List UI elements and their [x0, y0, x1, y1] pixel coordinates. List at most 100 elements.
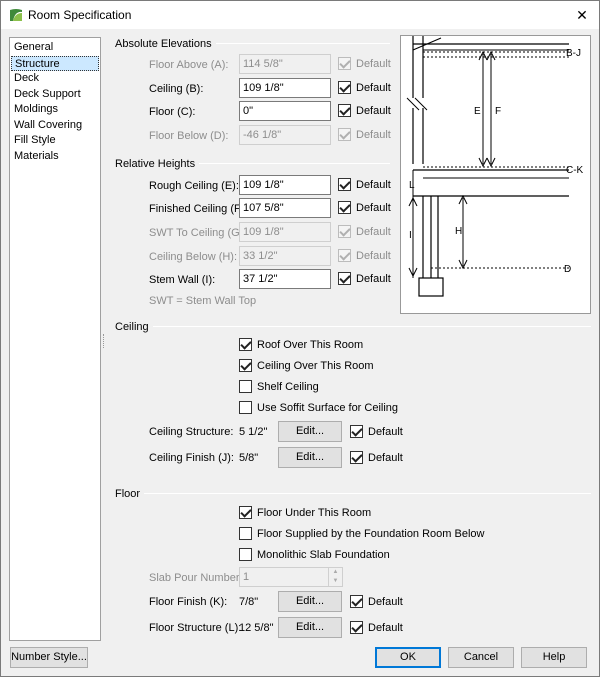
- nav-item-deck[interactable]: Deck: [10, 71, 100, 87]
- splitter-grip[interactable]: [103, 334, 106, 348]
- rough-ceiling-field[interactable]: 109 1/8": [239, 175, 331, 195]
- slab-pour-spinner: ▲ ▼: [328, 568, 342, 586]
- checkbox-label: Monolithic Slab Foundation: [257, 548, 390, 561]
- slab-pour-number-label: Slab Pour Number:: [149, 572, 243, 584]
- checkbox-box: [338, 104, 351, 117]
- roof-over-room-checkbox[interactable]: Roof Over This Room: [239, 338, 363, 351]
- ceiling-b-field[interactable]: 109 1/8": [239, 78, 331, 98]
- checkbox-box: [350, 621, 363, 634]
- nav-item-moldings[interactable]: Moldings: [10, 102, 100, 118]
- shelf-ceiling-checkbox[interactable]: Shelf Ceiling: [239, 380, 319, 393]
- nav-item-fill-style[interactable]: Fill Style: [10, 133, 100, 149]
- floor-structure-edit-button[interactable]: Edit...: [278, 617, 342, 638]
- ceiling-finish-edit-button[interactable]: Edit...: [278, 447, 342, 468]
- floor-structure-label: Floor Structure (L):: [149, 622, 242, 634]
- checkbox-label: Floor Under This Room: [257, 506, 372, 519]
- checkbox-box: [239, 548, 252, 561]
- ok-button[interactable]: OK: [375, 647, 441, 668]
- number-style-button[interactable]: Number Style...: [10, 647, 88, 668]
- ceiling-below-label: Ceiling Below (H):: [149, 251, 238, 263]
- floor-divider: [143, 493, 591, 494]
- floor-above-label: Floor Above (A):: [149, 59, 229, 71]
- checkbox-label: Default: [356, 272, 391, 285]
- close-button[interactable]: ✕: [565, 1, 599, 29]
- floor-finish-default-checkbox[interactable]: Default: [350, 595, 403, 608]
- soffit-surface-checkbox[interactable]: Use Soffit Surface for Ceiling: [239, 401, 398, 414]
- checkbox-label: Default: [356, 128, 391, 141]
- checkbox-box: [350, 451, 363, 464]
- checkbox-box: [239, 506, 252, 519]
- checkbox-label: Default: [356, 104, 391, 117]
- label-d: D: [564, 264, 571, 275]
- checkbox-label: Floor Supplied by the Foundation Room Be…: [257, 527, 485, 540]
- floor-above-default-checkbox: Default: [338, 57, 391, 70]
- ceiling-structure-label: Ceiling Structure:: [149, 426, 234, 438]
- app-logo-icon: [10, 9, 22, 21]
- relative-heights-title: Relative Heights: [115, 158, 200, 170]
- title-bar: Room Specification ✕: [1, 1, 599, 29]
- elevation-diagram-drawing: B-J C-K D E F H I L: [406, 36, 584, 297]
- ceiling-b-label: Ceiling (B):: [149, 83, 204, 95]
- cancel-button[interactable]: Cancel: [448, 647, 514, 668]
- checkbox-box: [350, 425, 363, 438]
- checkbox-box: [338, 178, 351, 191]
- checkbox-label: Use Soffit Surface for Ceiling: [257, 401, 399, 414]
- finished-ceiling-field[interactable]: 107 5/8": [239, 198, 331, 218]
- category-list[interactable]: General Structure Deck Deck Support Mold…: [9, 37, 101, 641]
- stem-wall-default-checkbox[interactable]: Default: [338, 272, 391, 285]
- nav-item-structure[interactable]: Structure: [11, 55, 99, 71]
- stem-wall-label: Stem Wall (I):: [149, 274, 216, 286]
- checkbox-box: [338, 225, 351, 238]
- checkbox-label: Default: [356, 249, 391, 262]
- checkbox-box: [338, 128, 351, 141]
- ceiling-structure-default-checkbox[interactable]: Default: [350, 425, 403, 438]
- ceiling-structure-edit-button[interactable]: Edit...: [278, 421, 342, 442]
- floor-c-default-checkbox[interactable]: Default: [338, 104, 391, 117]
- elevation-diagram: B-J C-K D E F H I L: [400, 35, 591, 314]
- ceiling-finish-value: 5/8": [239, 452, 259, 464]
- floor-below-field: -46 1/8": [239, 125, 331, 145]
- ceiling-over-room-checkbox[interactable]: Ceiling Over This Room: [239, 359, 374, 372]
- floor-structure-default-checkbox[interactable]: Default: [350, 621, 403, 634]
- floor-finish-edit-button[interactable]: Edit...: [278, 591, 342, 612]
- checkbox-box: [338, 249, 351, 262]
- ceiling-finish-label: Ceiling Finish (J):: [149, 452, 234, 464]
- help-button[interactable]: Help: [521, 647, 587, 668]
- checkbox-label: Default: [368, 595, 403, 608]
- checkbox-label: Ceiling Over This Room: [257, 359, 374, 372]
- spin-up-icon: ▲: [332, 569, 339, 575]
- floor-under-room-checkbox[interactable]: Floor Under This Room: [239, 506, 371, 519]
- nav-item-general[interactable]: General: [10, 40, 100, 56]
- label-h: H: [455, 226, 462, 237]
- checkbox-label: Default: [356, 201, 391, 214]
- floor-finish-label: Floor Finish (K):: [149, 596, 228, 608]
- rough-ceiling-default-checkbox[interactable]: Default: [338, 178, 391, 191]
- checkbox-box: [239, 527, 252, 540]
- slab-pour-number-value: 1: [243, 571, 250, 583]
- swt-note: SWT = Stem Wall Top: [149, 295, 257, 307]
- swt-to-ceiling-field: 109 1/8": [239, 222, 331, 242]
- label-l: L: [409, 180, 415, 191]
- checkbox-box: [338, 272, 351, 285]
- ceiling-b-default-checkbox[interactable]: Default: [338, 81, 391, 94]
- window-title: Room Specification: [28, 8, 132, 22]
- floor-c-field[interactable]: 0": [239, 101, 331, 121]
- floor-c-label: Floor (C):: [149, 106, 196, 118]
- checkbox-box: [239, 338, 252, 351]
- label-f: F: [495, 106, 501, 117]
- floor-finish-value: 7/8": [239, 596, 259, 608]
- ceiling-finish-default-checkbox[interactable]: Default: [350, 451, 403, 464]
- finished-ceiling-default-checkbox[interactable]: Default: [338, 201, 391, 214]
- floor-supplied-by-foundation-checkbox[interactable]: Floor Supplied by the Foundation Room Be…: [239, 527, 484, 540]
- ceiling-structure-value: 5 1/2": [239, 426, 268, 438]
- spin-down-icon: ▼: [332, 578, 339, 584]
- relative-heights-divider: [191, 163, 390, 164]
- stem-wall-field[interactable]: 37 1/2": [239, 269, 331, 289]
- swt-to-ceiling-default-checkbox: Default: [338, 225, 391, 238]
- nav-item-materials[interactable]: Materials: [10, 149, 100, 165]
- monolithic-slab-checkbox[interactable]: Monolithic Slab Foundation: [239, 548, 390, 561]
- ceiling-below-field: 33 1/2": [239, 246, 331, 266]
- nav-item-wall-covering[interactable]: Wall Covering: [10, 118, 100, 134]
- floor-below-default-checkbox: Default: [338, 128, 391, 141]
- nav-item-deck-support[interactable]: Deck Support: [10, 87, 100, 103]
